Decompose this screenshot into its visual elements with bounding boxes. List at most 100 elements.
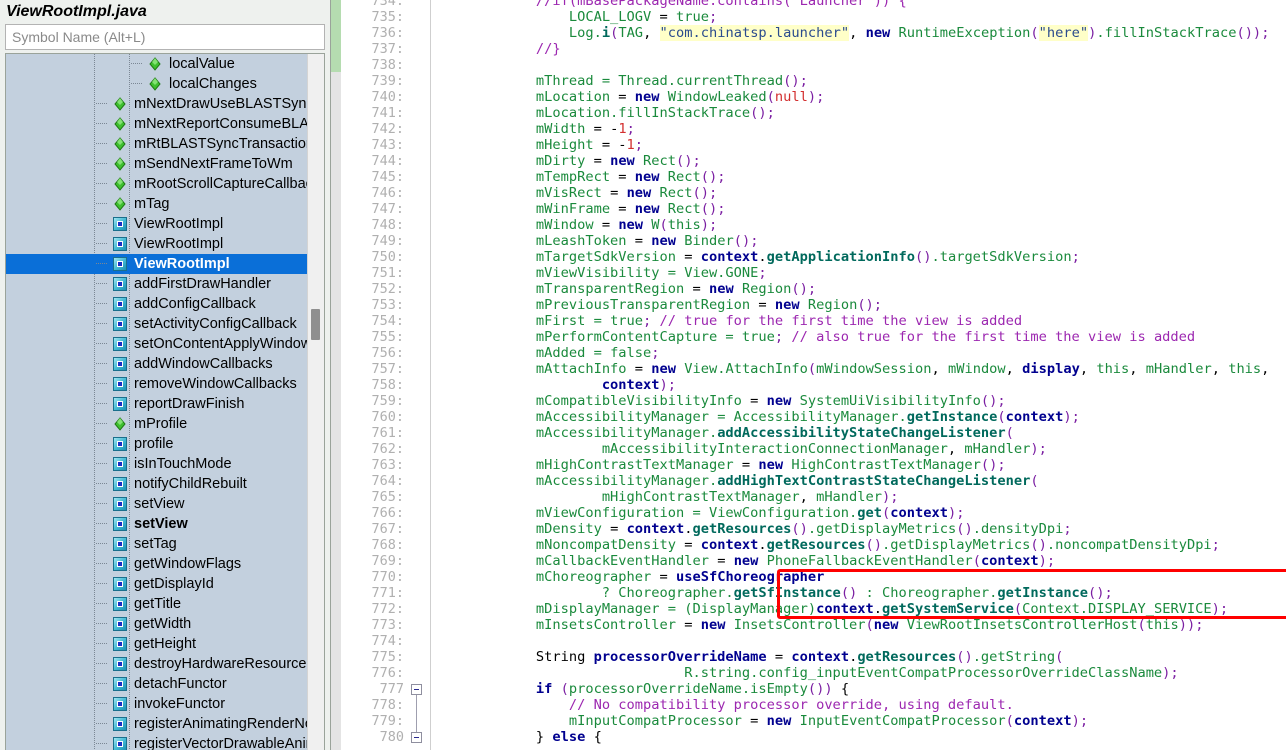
code-line[interactable]: R.string.config_inputEventCompatProcesso… (437, 665, 1178, 681)
code-line[interactable]: LOCAL_LOGV = true; (437, 9, 717, 25)
code-line[interactable]: mTempRect = new Rect(); (437, 169, 726, 185)
outline-item-localchanges[interactable]: localChanges (6, 74, 308, 94)
code-line[interactable]: mHeight = -1; (437, 137, 643, 153)
outline-tree-scrollarea[interactable]: localValue localChanges mNextDrawUseBLASTS… (6, 54, 308, 750)
outline-scrollbar[interactable] (307, 54, 324, 750)
outline-item-gettitle[interactable]: getTitle (6, 594, 308, 614)
code-line[interactable]: context); (437, 377, 676, 393)
outline-item-mtag[interactable]: mTag (6, 194, 308, 214)
code-line[interactable]: Log.i(TAG, "com.chinatsp.launcher", new … (437, 25, 1269, 41)
code-line[interactable]: mFirst = true; // true for the first tim… (437, 313, 1022, 329)
code-line[interactable]: } else { (437, 729, 602, 745)
outline-item-addfirstdrawhandler[interactable]: addFirstDrawHandler (6, 274, 308, 294)
code-line[interactable]: mCallbackEventHandler = new PhoneFallbac… (437, 553, 1055, 569)
code-token: ? Choreographer. (437, 585, 734, 601)
code-line[interactable]: // No compatibility processor override, … (437, 697, 1014, 713)
code-fold-toggle[interactable] (411, 732, 422, 743)
code-line[interactable]: mDirty = new Rect(); (437, 153, 701, 169)
outline-item-msendnextframetowm[interactable]: mSendNextFrameToWm (6, 154, 308, 174)
outline-item-mprofile[interactable]: mProfile (6, 414, 308, 434)
code-line[interactable]: mViewConfiguration = ViewConfiguration.g… (437, 505, 965, 521)
code-line[interactable]: mVisRect = new Rect(); (437, 185, 717, 201)
code-line[interactable]: mViewVisibility = View.GONE; (437, 265, 767, 281)
code-fold-toggle[interactable] (411, 684, 422, 695)
code-line[interactable]: mNoncompatDensity = context.getResources… (437, 537, 1220, 553)
symbol-search-input[interactable] (5, 24, 325, 50)
outline-item-registeranimatingrendernode[interactable]: registerAnimatingRenderNode (6, 714, 308, 734)
outline-item-detachfunctor[interactable]: detachFunctor (6, 674, 308, 694)
code-line[interactable]: mAdded = false; (437, 345, 660, 361)
outline-item-settag[interactable]: setTag (6, 534, 308, 554)
code-token: RuntimeException (890, 25, 1031, 41)
code-line[interactable]: mAccessibilityManager.addHighTextContras… (437, 473, 1039, 489)
outline-item-viewrootimpl[interactable]: ViewRootImpl (6, 254, 308, 274)
code-line[interactable]: mPerformContentCapture = true; // also t… (437, 329, 1195, 345)
line-number: 773: (371, 617, 404, 633)
code-token: ; (890, 489, 899, 505)
code-line[interactable]: ? Choreographer.getSfInstance() : Choreo… (437, 585, 1113, 601)
outline-item-mnextreportconsumeblast[interactable]: mNextReportConsumeBLAST (6, 114, 308, 134)
outline-item-setoncontentapplywindowinsetslistener[interactable]: setOnContentApplyWindowInsetsListener (6, 334, 308, 354)
code-line[interactable]: String processorOverrideName = context .g… (437, 649, 1063, 665)
code-token: () (791, 281, 808, 297)
code-line[interactable]: mWinFrame = new Rect(); (437, 201, 726, 217)
code-line[interactable]: mLeashToken = new Binder(); (437, 233, 759, 249)
code-line[interactable]: mHighContrastTextManager, mHandler); (437, 489, 899, 505)
code-token: () (676, 153, 693, 169)
outline-item-mrootscrollcapturecallbacks[interactable]: mRootScrollCaptureCallbacks (6, 174, 308, 194)
code-line[interactable]: mAttachInfo = new View.AttachInfo(mWindo… (437, 361, 1270, 377)
outline-scrollbar-thumb[interactable] (311, 309, 320, 340)
code-line[interactable]: mTransparentRegion = new Region(); (437, 281, 816, 297)
outline-item-invokefunctor[interactable]: invokeFunctor (6, 694, 308, 714)
outline-item-registervectordrawableanimator[interactable]: registerVectorDrawableAnimator (6, 734, 308, 750)
code-line[interactable]: mWidth = -1; (437, 121, 635, 137)
code-line[interactable]: mInsetsController = new InsetsController… (437, 617, 1204, 633)
code-line[interactable]: mAccessibilityManager.addAccessibilitySt… (437, 425, 1014, 441)
code-line[interactable]: mLocation.fillInStackTrace(); (437, 105, 775, 121)
code-line[interactable]: //} (437, 41, 561, 57)
outline-item-profile[interactable]: profile (6, 434, 308, 454)
code-line[interactable]: mDisplayManager = (DisplayManager)contex… (437, 601, 1228, 617)
code-line[interactable]: mCompatibleVisibilityInfo = new SystemUi… (437, 393, 1006, 409)
code-line[interactable]: mWindow = new W(this); (437, 217, 717, 233)
outline-item-localvalue[interactable]: localValue (6, 54, 308, 74)
code-line[interactable]: mHighContrastTextManager = new HighContr… (437, 457, 1006, 473)
outline-item-destroyhardwareresources[interactable]: destroyHardwareResources (6, 654, 308, 674)
code-line[interactable]: mLocation = new WindowLeaked(null); (437, 89, 825, 105)
outline-item-addwindowcallbacks[interactable]: addWindowCallbacks (6, 354, 308, 374)
code-line[interactable]: mAccessibilityInteractionConnectionManag… (437, 441, 1047, 457)
code-line[interactable]: mPreviousTransparentRegion = new Region(… (437, 297, 882, 313)
editor-line-number-gutter[interactable]: 734: 735: 736: 737: 738: 739: 740: 741: 742: 743:… (342, 0, 431, 750)
outline-item-reportdrawfinish[interactable]: reportDrawFinish (6, 394, 308, 414)
outline-item-label: mSendNextFrameToWm (134, 156, 293, 172)
outline-item-setview[interactable]: setView (6, 514, 308, 534)
outline-item-mnextdrawuseblastsynctransaction[interactable]: mNextDrawUseBLASTSyncTransaction (6, 94, 308, 114)
field-diamond-icon (112, 176, 130, 192)
outline-item-viewrootimpl[interactable]: ViewRootImpl (6, 214, 308, 234)
outline-item-getdisplayid[interactable]: getDisplayId (6, 574, 308, 594)
code-token: new (766, 713, 792, 729)
outline-item-getwidth[interactable]: getWidth (6, 614, 308, 634)
code-line[interactable]: mInputCompatProcessor = new InputEventCo… (437, 713, 1088, 729)
outline-item-removewindowcallbacks[interactable]: removeWindowCallbacks (6, 374, 308, 394)
outline-item-addconfigcallback[interactable]: addConfigCallback (6, 294, 308, 314)
code-line[interactable]: if (processorOverrideName.isEmpty()) { (437, 681, 849, 697)
outline-item-viewrootimpl[interactable]: ViewRootImpl (6, 234, 308, 254)
code-token: .isEmpty (741, 681, 808, 697)
code-line[interactable]: mAccessibilityManager = AccessibilityMan… (437, 409, 1080, 425)
outline-item-setactivityconfigcallback[interactable]: setActivityConfigCallback (6, 314, 308, 334)
outline-item-setview[interactable]: setView (6, 494, 308, 514)
code-line[interactable]: mThread = Thread.currentThread(); (437, 73, 808, 89)
outline-item-notifychildrebuilt[interactable]: notifyChildRebuilt (6, 474, 308, 494)
code-line[interactable]: //if(mBasePackageName.contains("Launcher… (437, 0, 907, 9)
outline-item-mrtblastsynctransaction[interactable]: mRtBLASTSyncTransaction (6, 134, 308, 154)
outline-item-isintouchmode[interactable]: isInTouchMode (6, 454, 308, 474)
outline-item-getheight[interactable]: getHeight (6, 634, 308, 654)
editor-code-area[interactable]: //if(mBasePackageName.contains("Launcher… (431, 0, 1286, 750)
outline-item-getwindowflags[interactable]: getWindowFlags (6, 554, 308, 574)
code-line[interactable]: mChoreographer = useSfChoreographer (437, 569, 824, 585)
outline-item-label: ViewRootImpl (134, 236, 224, 252)
code-line[interactable]: mTargetSdkVersion = context.getApplicati… (437, 249, 1080, 265)
code-line[interactable]: mDensity = context.getResources().getDis… (437, 521, 1072, 537)
